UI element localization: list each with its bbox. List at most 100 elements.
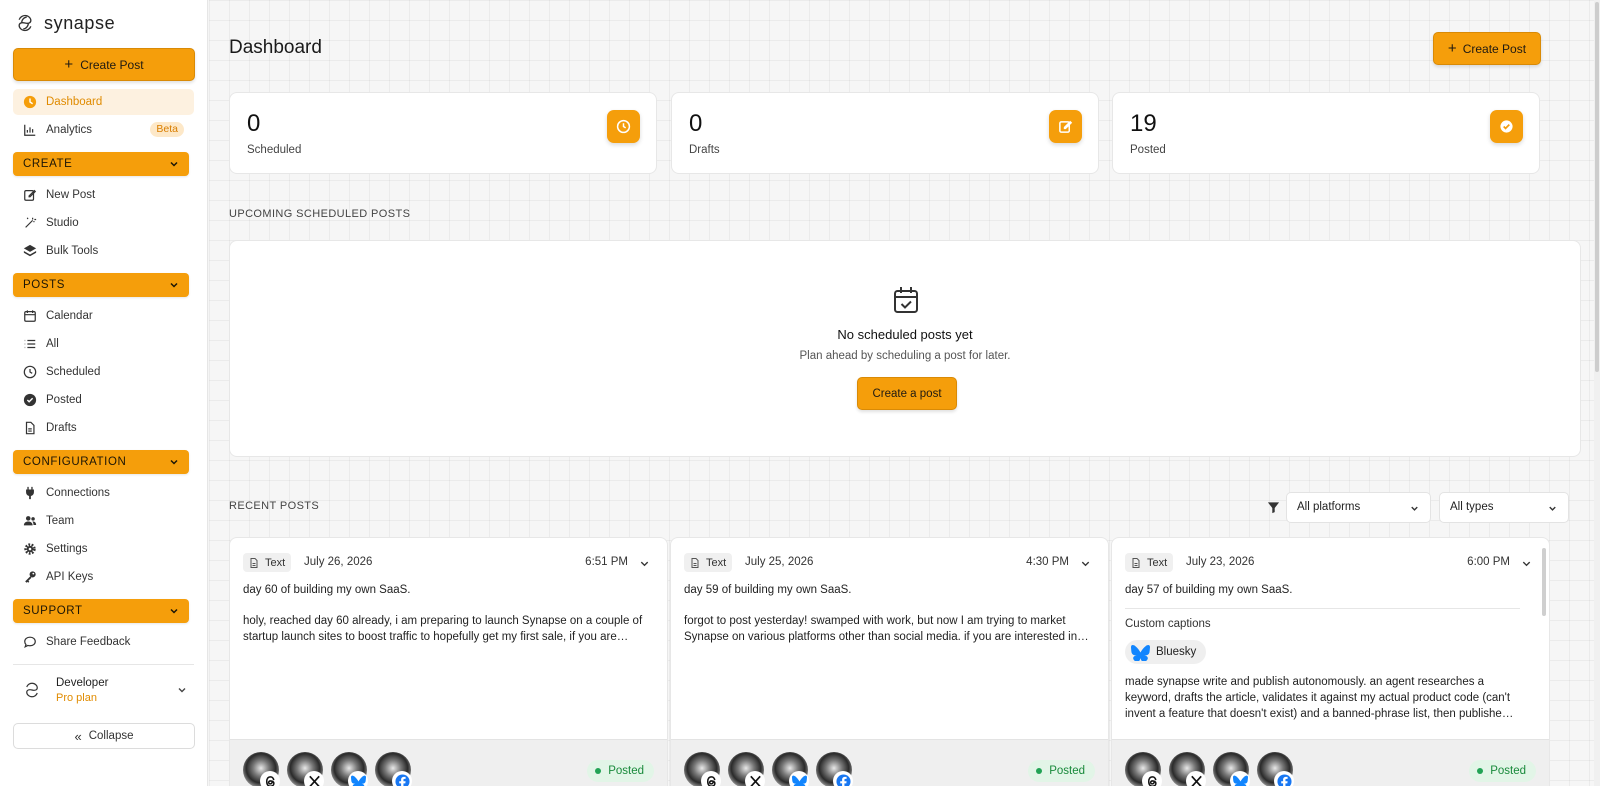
check-circle-icon <box>23 393 37 407</box>
threads-icon <box>260 771 280 786</box>
card-scrollbar[interactable] <box>1542 548 1546 616</box>
beta-badge: Beta <box>150 122 184 137</box>
sidebar-item-posted[interactable]: Posted <box>13 387 194 413</box>
post-footer: Posted <box>230 739 667 786</box>
post-content: day 57 of building my own SaaS. <box>1125 582 1530 598</box>
post-type-chip: Text <box>1125 553 1174 572</box>
sidebar-item-all[interactable]: All <box>13 331 194 357</box>
sidebar-item-drafts[interactable]: Drafts <box>13 415 194 441</box>
collapse-label: Collapse <box>88 730 134 742</box>
edit-icon <box>23 188 37 202</box>
stat-card-drafts[interactable]: 0 Drafts <box>671 92 1099 174</box>
status-text: Posted <box>1049 765 1085 777</box>
sidebar-item-api-keys[interactable]: API Keys <box>13 564 194 590</box>
threads-icon <box>1142 771 1162 786</box>
platform-filter-select[interactable]: All platforms <box>1286 492 1431 523</box>
sidebar-item-label: Studio <box>46 217 79 229</box>
sidebar-item-bulk-tools[interactable]: Bulk Tools <box>13 238 194 264</box>
clock-icon <box>607 110 640 143</box>
section-support-toggle[interactable]: SUPPORT <box>13 599 189 623</box>
sidebar-item-dashboard[interactable]: Dashboard <box>13 89 194 115</box>
divider <box>1125 608 1520 609</box>
caption-platform-label: Bluesky <box>1156 646 1197 658</box>
section-posts-toggle[interactable]: POSTS <box>13 273 189 297</box>
create-post-label: Create Post <box>80 57 144 72</box>
stat-card-posted[interactable]: 19 Posted <box>1112 92 1540 174</box>
type-filter-select[interactable]: All types <box>1439 492 1569 523</box>
create-a-post-button[interactable]: Create a post <box>857 377 957 410</box>
sidebar-item-label: Dashboard <box>46 96 103 108</box>
sidebar: synapse + Create Post Dashboard Analytic… <box>0 0 208 786</box>
post-card[interactable]: Text July 23, 2026 6:00 PM day 57 of bui… <box>1111 537 1550 786</box>
main-content: Dashboard + Create Post 0 Scheduled 0 Dr… <box>209 0 1600 786</box>
post-type-chip: Text <box>243 553 292 572</box>
dashboard-icon <box>23 95 37 109</box>
empty-state-subtitle: Plan ahead by scheduling a post for late… <box>799 350 1011 362</box>
post-date: July 26, 2026 <box>304 556 373 568</box>
calendar-icon <box>23 309 37 323</box>
header-create-post-button[interactable]: + Create Post <box>1433 32 1541 65</box>
list-icon <box>23 337 37 351</box>
document-icon <box>1132 557 1140 568</box>
avatar <box>375 752 412 786</box>
post-card[interactable]: Text July 26, 2026 6:51 PM day 60 of bui… <box>229 537 668 786</box>
status-badge: Posted <box>587 760 654 782</box>
post-first-line: day 59 of building my own SaaS. <box>684 584 852 596</box>
caption-text: made synapse write and publish autonomou… <box>1125 676 1511 720</box>
avatar <box>816 752 853 786</box>
status-badge: Posted <box>1469 760 1536 782</box>
create-post-label: Create Post <box>1462 41 1527 56</box>
upcoming-empty-state: No scheduled posts yet Plan ahead by sch… <box>229 240 1581 457</box>
avatar <box>1257 752 1294 786</box>
platform-avatars <box>684 752 860 786</box>
page-scrollbar[interactable] <box>1594 0 1600 786</box>
avatar <box>684 752 721 786</box>
stat-card-scheduled[interactable]: 0 Scheduled <box>229 92 657 174</box>
sidebar-item-share-feedback[interactable]: Share Feedback <box>13 629 194 655</box>
sidebar-item-analytics[interactable]: Analytics Beta <box>13 117 194 143</box>
user-menu[interactable]: Developer Pro plan <box>13 665 194 715</box>
sidebar-item-scheduled[interactable]: Scheduled <box>13 359 194 385</box>
scrollbar-thumb[interactable] <box>1595 2 1599 372</box>
expand-chevron-icon[interactable] <box>639 558 650 569</box>
chevron-down-icon <box>170 282 178 288</box>
sidebar-create-post-button[interactable]: + Create Post <box>13 48 195 81</box>
post-type: Text <box>1147 556 1168 569</box>
avatar <box>1169 752 1206 786</box>
chevron-down-icon <box>178 688 186 693</box>
post-card[interactable]: Text July 25, 2026 4:30 PM day 59 of bui… <box>670 537 1109 786</box>
sidebar-item-label: Drafts <box>46 422 77 434</box>
expand-chevron-icon[interactable] <box>1521 558 1532 569</box>
layers-icon <box>23 244 37 258</box>
sidebar-item-label: API Keys <box>46 571 94 583</box>
calendar-check-icon <box>894 287 918 313</box>
status-dot <box>1477 768 1484 774</box>
section-configuration-toggle[interactable]: CONFIGURATION <box>13 450 189 474</box>
synapse-logo-icon <box>26 682 38 698</box>
chevron-down-icon <box>170 459 178 465</box>
section-title: CONFIGURATION <box>23 456 127 468</box>
sidebar-item-calendar[interactable]: Calendar <box>13 303 194 329</box>
caption-platform-chip[interactable]: Bluesky <box>1125 640 1207 664</box>
post-type-chip: Text <box>684 553 733 572</box>
avatar <box>772 752 809 786</box>
facebook-icon <box>833 771 853 786</box>
expand-chevron-icon[interactable] <box>1080 558 1091 569</box>
sidebar-item-label: Connections <box>46 487 110 499</box>
custom-captions-label: Custom captions <box>1125 618 1211 630</box>
brand[interactable]: synapse <box>13 0 194 46</box>
collapse-sidebar-button[interactable]: « Collapse <box>13 723 195 749</box>
upcoming-section-title: UPCOMING SCHEDULED POSTS <box>229 208 411 220</box>
section-create-toggle[interactable]: CREATE <box>13 152 189 176</box>
sidebar-item-connections[interactable]: Connections <box>13 480 194 506</box>
sidebar-item-new-post[interactable]: New Post <box>13 182 194 208</box>
sidebar-item-label: Scheduled <box>46 366 101 378</box>
sidebar-item-label: New Post <box>46 189 96 201</box>
status-dot <box>1036 768 1043 774</box>
sidebar-item-studio[interactable]: Studio <box>13 210 194 236</box>
post-first-line: day 60 of building my own SaaS. <box>243 584 411 596</box>
brand-name: synapse <box>44 12 116 33</box>
sidebar-item-team[interactable]: Team <box>13 508 194 534</box>
sidebar-item-settings[interactable]: Settings <box>13 536 194 562</box>
avatar <box>728 752 765 786</box>
